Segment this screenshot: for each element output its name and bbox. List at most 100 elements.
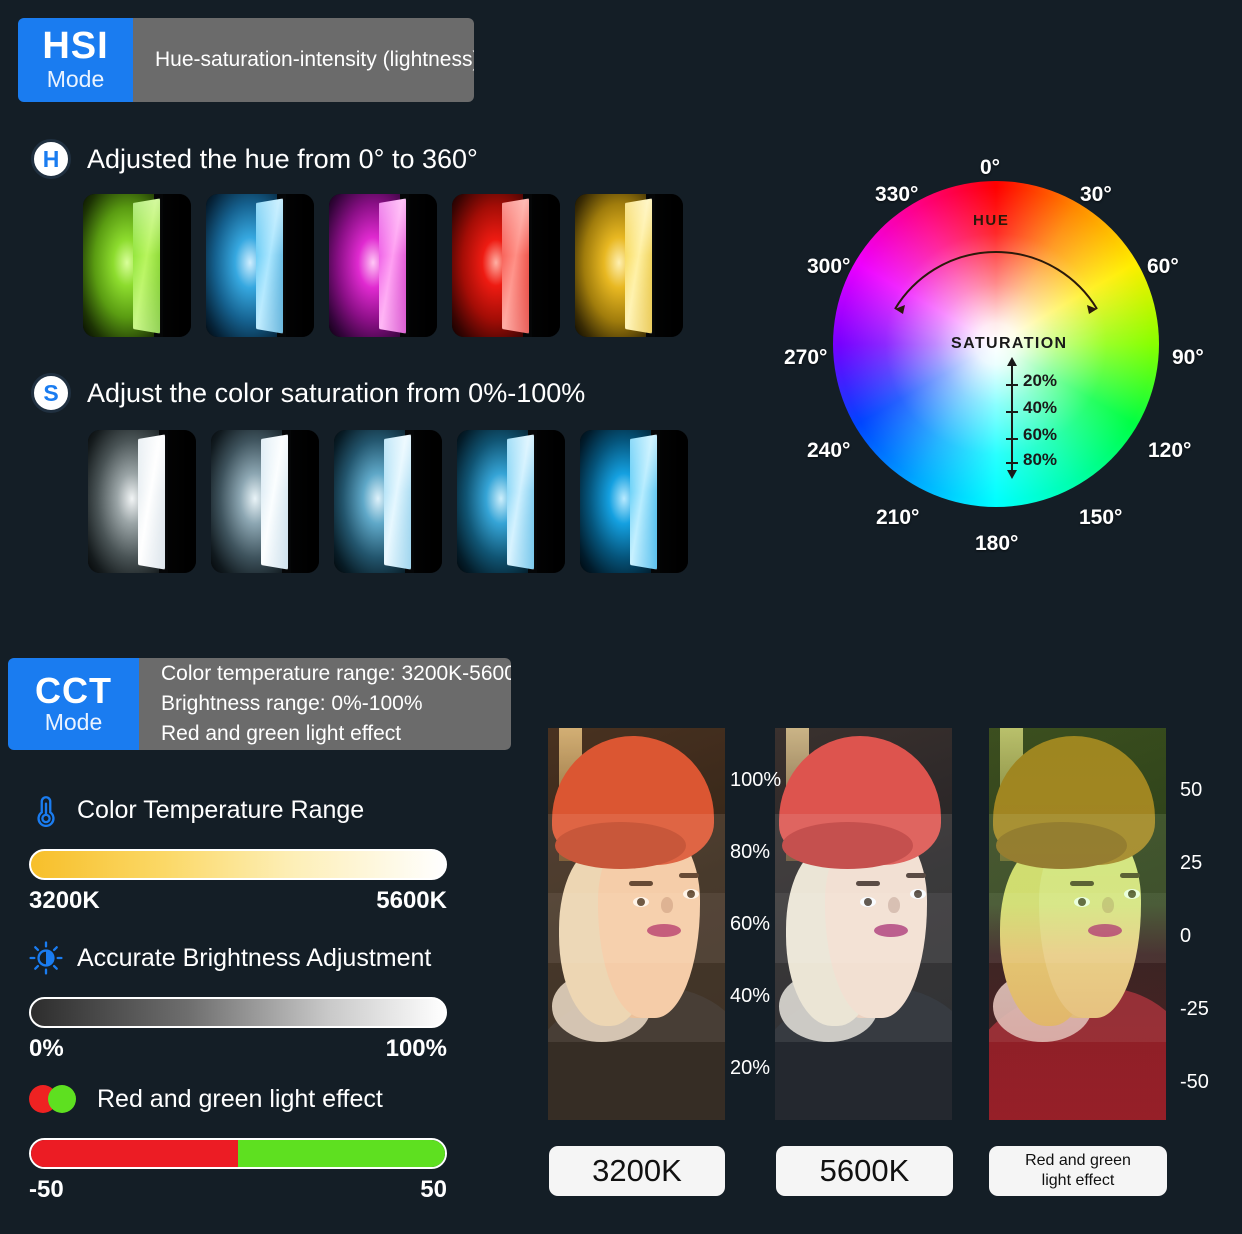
hue-arc-label: HUE	[973, 212, 1010, 229]
hue-light-tiles	[83, 194, 683, 337]
light-shadow	[285, 194, 314, 337]
hsi-mode-description: Hue-saturation-intensity (lightness)	[133, 18, 474, 102]
wheel-tick-300: 300°	[807, 255, 851, 278]
red-green-scale: -50 50	[29, 1176, 447, 1204]
saturation-tick-40: 40%	[1023, 398, 1058, 417]
number-tick-25: 25	[1180, 852, 1203, 874]
cct-mode-badge: CCT Mode	[8, 658, 139, 750]
light-panel	[137, 433, 165, 570]
hue-row-text: Adjusted the hue from 0° to 360°	[87, 143, 478, 174]
saturation-axis-icon	[1006, 357, 1018, 479]
light-tile-sat-25	[211, 430, 319, 573]
light-shadow	[531, 194, 560, 337]
wheel-tick-60: 60°	[1147, 255, 1179, 278]
brightness-min: 0%	[29, 1035, 64, 1062]
wheel-tick-0: 0°	[980, 156, 1001, 179]
light-panel	[383, 433, 411, 570]
saturation-row-text: Adjust the color saturation from 0%-100%	[87, 377, 586, 408]
caption-5600k: 5600K	[776, 1146, 953, 1196]
color-temperature-scale: 3200K 5600K	[29, 887, 447, 915]
photo-color-tint	[775, 728, 952, 1120]
red-green-dots-icon	[29, 1085, 83, 1113]
red-green-min: -50	[29, 1176, 64, 1203]
light-tile-magenta	[329, 194, 437, 337]
light-panel	[624, 197, 652, 334]
photo-color-tint	[548, 728, 725, 1120]
saturation-tick-20: 20%	[1023, 371, 1058, 390]
light-shadow	[162, 194, 191, 337]
percent-tick-40: 40%	[730, 985, 771, 1007]
brightness-header: Accurate Brightness Adjustment	[29, 938, 447, 978]
hsi-badge-title: HSI	[42, 25, 109, 68]
caption-red-green-text: Red and green light effect	[1025, 1152, 1131, 1189]
red-green-red-half	[31, 1140, 238, 1167]
wheel-tick-270: 270°	[784, 346, 828, 369]
percent-tick-20: 20%	[730, 1057, 771, 1079]
brightness-scale: 0% 100%	[29, 1035, 447, 1063]
percent-tick-100: 100%	[730, 769, 782, 791]
wheel-tick-90: 90°	[1172, 346, 1204, 369]
number-tick-50: 50	[1180, 779, 1203, 801]
light-shadow	[408, 194, 437, 337]
red-green-max: 50	[420, 1176, 447, 1203]
light-panel	[132, 197, 160, 334]
hsi-badge-subtitle: Mode	[46, 66, 105, 93]
red-green-number-scale: 50 25 0 -25 -50	[1180, 780, 1240, 1145]
photo-3200k	[548, 728, 725, 1120]
thermometer-icon	[37, 796, 55, 827]
saturation-badge-icon: S	[31, 373, 71, 413]
saturation-tick-80: 80%	[1023, 450, 1058, 469]
light-panel	[255, 197, 283, 334]
cct-description-line-2: Brightness range: 0%-100%	[161, 692, 423, 716]
caption-3200k: 3200K	[549, 1146, 725, 1196]
hsi-description-text: Hue-saturation-intensity (lightness)	[155, 48, 474, 72]
hue-badge-icon: H	[31, 139, 71, 179]
brightness-track[interactable]	[29, 997, 447, 1028]
light-shadow	[654, 194, 683, 337]
brightness-slider-block: Accurate Brightness Adjustment 0% 100%	[29, 938, 447, 1063]
wheel-tick-30: 30°	[1080, 183, 1112, 206]
cct-badge-title: CCT	[35, 670, 112, 712]
number-tick-neg25: -25	[1180, 998, 1209, 1020]
red-green-label: Red and green light effect	[97, 1084, 383, 1113]
saturation-axis-label: SATURATION	[951, 335, 1068, 352]
brightness-max: 100%	[385, 1035, 447, 1062]
wheel-tick-150: 150°	[1079, 506, 1123, 529]
light-tile-sat-50	[334, 430, 442, 573]
light-tile-red	[452, 194, 560, 337]
light-shadow	[290, 430, 319, 573]
color-temperature-label: Color Temperature Range	[77, 795, 365, 824]
percent-tick-60: 60%	[730, 913, 771, 935]
saturation-row-label: S Adjust the color saturation from 0%-10…	[31, 373, 585, 413]
cct-description-line-3: Red and green light effect	[161, 721, 402, 745]
photo-5600k	[775, 728, 952, 1120]
light-tile-yellow	[575, 194, 683, 337]
wheel-tick-120: 120°	[1148, 439, 1192, 462]
color-temperature-track[interactable]	[29, 849, 447, 880]
light-tile-sat-75	[457, 430, 565, 573]
color-temperature-max: 5600K	[376, 887, 447, 914]
number-tick-0: 0	[1180, 925, 1192, 947]
cct-description-line-1: Color temperature range: 3200K-5600K	[161, 662, 511, 686]
photo-red-green-tint	[989, 728, 1166, 1120]
light-shadow	[536, 430, 565, 573]
light-panel	[378, 197, 406, 334]
light-panel	[629, 433, 657, 570]
hue-row-label: H Adjusted the hue from 0° to 360°	[31, 139, 478, 179]
color-temperature-min: 3200K	[29, 887, 100, 914]
light-panel	[501, 197, 529, 334]
light-tile-blue	[206, 194, 314, 337]
brightness-label: Accurate Brightness Adjustment	[77, 943, 432, 972]
wheel-tick-240: 240°	[807, 439, 851, 462]
number-tick-neg50: -50	[1180, 1071, 1209, 1093]
cct-mode-description: Color temperature range: 3200K-5600K Bri…	[139, 658, 511, 750]
light-panel	[506, 433, 534, 570]
brightness-icon	[29, 941, 63, 975]
red-green-slider-block: Red and green light effect -50 50	[29, 1079, 447, 1204]
hsi-color-wheel: HUE SATURATION 20% 40% 60% 80% 0° 30° 60…	[775, 150, 1215, 560]
red-green-track[interactable]	[29, 1138, 447, 1169]
red-green-header: Red and green light effect	[29, 1079, 447, 1119]
wheel-tick-330: 330°	[875, 183, 919, 206]
percent-tick-80: 80%	[730, 841, 771, 863]
light-shadow	[413, 430, 442, 573]
